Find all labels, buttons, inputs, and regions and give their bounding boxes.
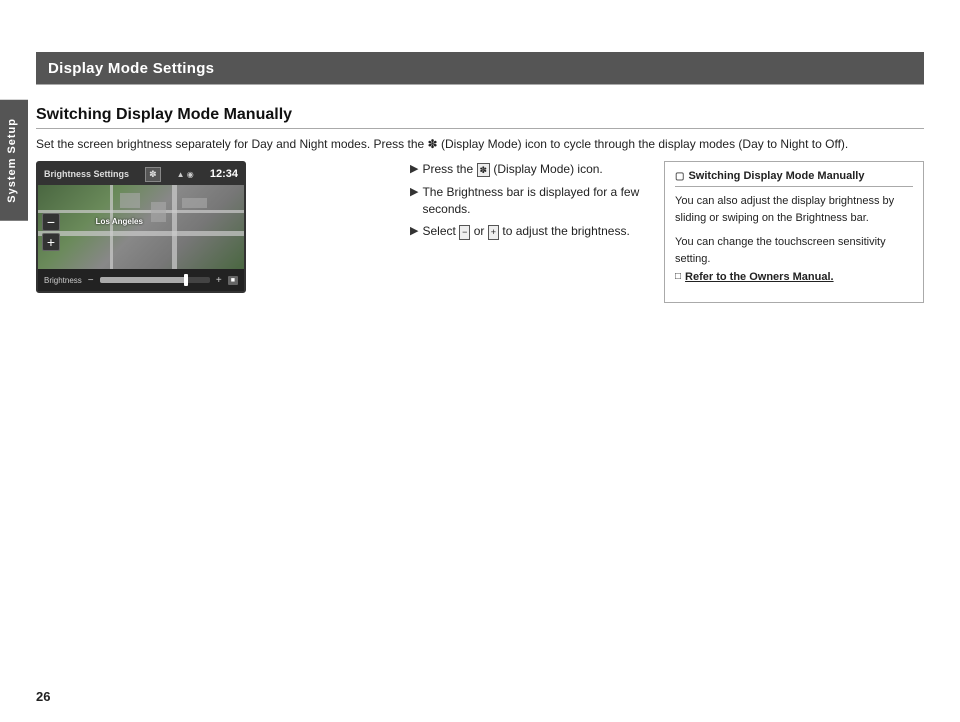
map-building-2 [151, 202, 166, 222]
map-road-h1 [38, 210, 244, 213]
screen-mockup-title: Brightness Settings [44, 169, 129, 179]
city-label: Los Angeles [96, 217, 143, 226]
plus-button[interactable]: + [42, 233, 60, 251]
book-icon: □ [675, 271, 681, 282]
minus-button[interactable]: − [42, 213, 60, 231]
brightness-bar-area: Brightness − + ■ [38, 269, 244, 291]
page-number: 26 [36, 689, 50, 704]
note-header-icon: ▢ [675, 171, 684, 182]
main-content: Switching Display Mode Manually Set the … [36, 96, 924, 682]
step-3: ▶ Select − or + to adjust the brightness… [410, 223, 640, 240]
map-road-v1 [110, 185, 113, 269]
note-header-text: Switching Display Mode Manually [688, 170, 864, 182]
step-2-arrow: ▶ [410, 185, 418, 218]
display-mode-icon-step1: ✽ [477, 163, 491, 178]
sidebar-tab: System Setup [0, 100, 28, 221]
note-para1: You can also adjust the display brightne… [675, 193, 913, 226]
screen-mockup: Brightness Settings ✽ ▲ ◉ 12:34 [36, 161, 246, 293]
brightness-fill [100, 277, 188, 283]
left-column: Brightness Settings ✽ ▲ ◉ 12:34 [36, 161, 386, 303]
step-2: ▶ The Brightness bar is displayed for a … [410, 184, 640, 218]
brightness-minus-icon: − [88, 275, 94, 286]
right-column: ▢ Switching Display Mode Manually You ca… [664, 161, 924, 303]
display-mode-icon-intro: ✽ [428, 137, 438, 151]
header-title: Display Mode Settings [48, 60, 214, 77]
map-area: Los Angeles − + [38, 185, 244, 269]
note-para2: You can change the touchscreen sensitivi… [675, 234, 913, 267]
screen-controls: − + [42, 213, 60, 251]
screen-top-bar: Brightness Settings ✽ ▲ ◉ 12:34 [38, 163, 244, 185]
intro-text: Set the screen brightness separately for… [36, 135, 924, 153]
section-title: Switching Display Mode Manually [36, 106, 924, 129]
header-line [36, 84, 924, 85]
refer-line: □ Refer to the Owners Manual. [675, 269, 913, 294]
step-1-arrow: ▶ [410, 162, 418, 178]
refer-text: Refer to the Owners Manual. [685, 269, 834, 286]
step-1: ▶ Press the ✽ (Display Mode) icon. [410, 161, 640, 178]
map-road-v2 [172, 185, 177, 269]
plus-icon-step3: + [488, 225, 499, 240]
map-road-h2 [38, 231, 244, 236]
note-header: ▢ Switching Display Mode Manually [675, 170, 913, 187]
map-building-3 [182, 198, 207, 208]
map-building-1 [120, 193, 140, 208]
step-3-text: Select − or + to adjust the brightness. [422, 223, 640, 240]
brightness-label: Brightness [44, 276, 82, 285]
step-1-text: Press the ✽ (Display Mode) icon. [422, 161, 640, 178]
screen-time: 12:34 [210, 168, 238, 180]
brightness-end-button[interactable]: ■ [228, 276, 238, 285]
step-3-arrow: ▶ [410, 224, 418, 240]
brightness-track[interactable] [100, 277, 210, 283]
brightness-thumb [184, 274, 188, 286]
brightness-plus-icon: + [216, 275, 222, 286]
columns-layout: Brightness Settings ✽ ▲ ◉ 12:34 [36, 161, 924, 303]
steps-column: ▶ Press the ✽ (Display Mode) icon. ▶ The… [410, 161, 640, 303]
note-box: ▢ Switching Display Mode Manually You ca… [664, 161, 924, 303]
display-mode-icon-screen: ✽ [145, 167, 161, 182]
minus-icon-step3: − [459, 225, 470, 240]
step-2-text: The Brightness bar is displayed for a fe… [422, 184, 640, 218]
header-bar: Display Mode Settings [36, 52, 924, 84]
screen-signal-icons: ▲ ◉ [177, 170, 194, 179]
